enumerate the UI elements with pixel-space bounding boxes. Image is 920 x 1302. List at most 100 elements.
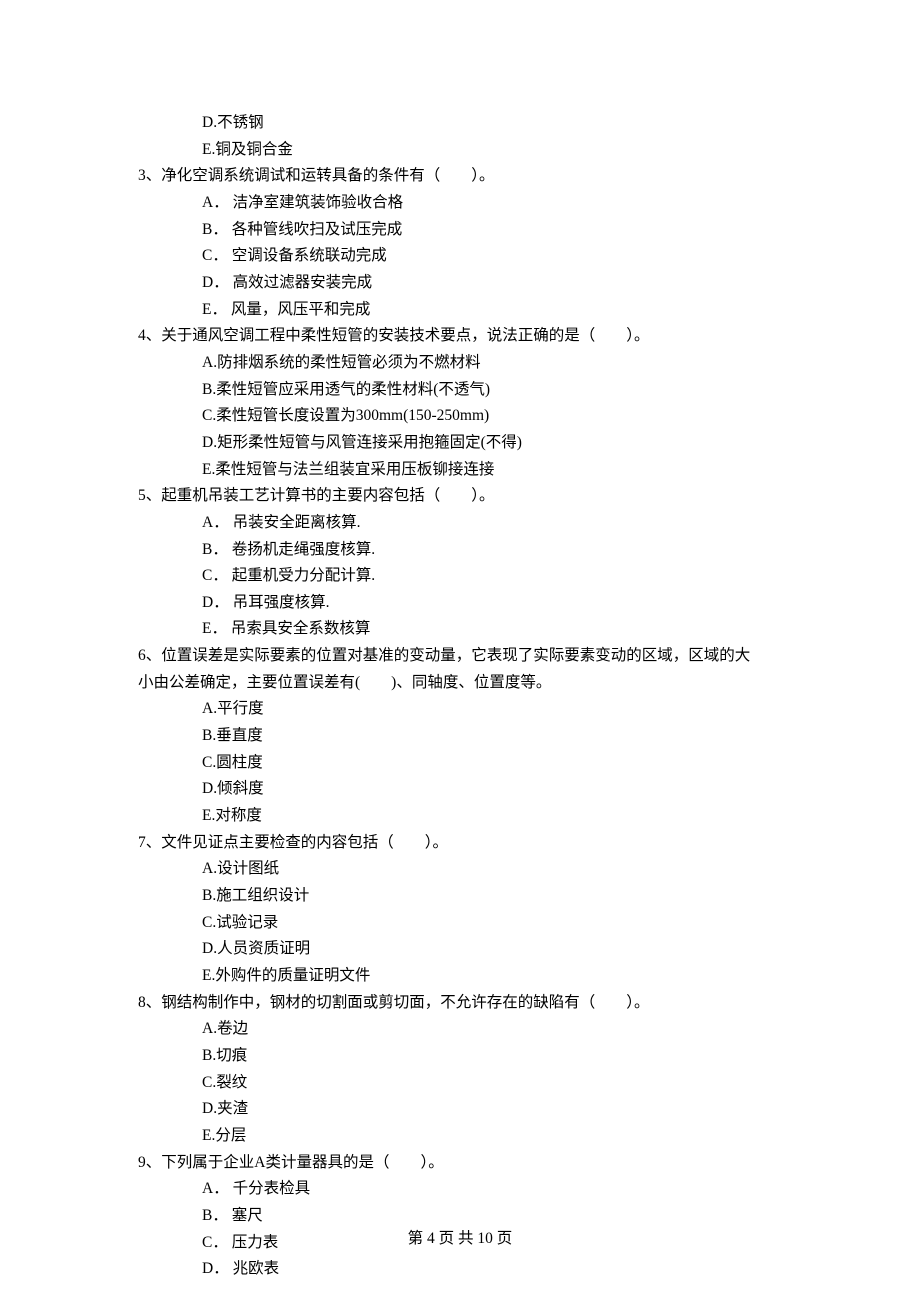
option-text: C.圆柱度 xyxy=(202,754,263,771)
option-b: B.切痕 xyxy=(202,1043,790,1070)
option-text: E.外购件的质量证明文件 xyxy=(202,967,370,984)
option-text: D． 高效过滤器安装完成 xyxy=(202,274,372,291)
option-text: C.试验记录 xyxy=(202,914,278,931)
option-a: A.平行度 xyxy=(202,696,790,723)
page-number: 第 4 页 共 10 页 xyxy=(408,1230,513,1247)
option-text: A． 洁净室建筑装饰验收合格 xyxy=(202,194,403,211)
option-b: B.柔性短管应采用透气的柔性材料(不透气) xyxy=(202,377,790,404)
question-number: 8、 xyxy=(138,994,161,1011)
option-b: B． 各种管线吹扫及试压完成 xyxy=(202,217,790,244)
option-text: D.夹渣 xyxy=(202,1100,248,1117)
option-text: B． 塞尺 xyxy=(202,1207,263,1224)
option-text: E.铜及铜合金 xyxy=(202,141,293,158)
option-e: E.铜及铜合金 xyxy=(202,137,790,164)
option-text: B.柔性短管应采用透气的柔性材料(不透气) xyxy=(202,381,490,398)
option-text: D． 吊耳强度核算. xyxy=(202,594,329,611)
question-stem: 5、起重机吊装工艺计算书的主要内容包括（ ）。 xyxy=(138,483,790,510)
option-text: C.裂纹 xyxy=(202,1074,247,1091)
option-text: D.倾斜度 xyxy=(202,780,264,797)
option-text: D.人员资质证明 xyxy=(202,940,310,957)
orphan-options: D.不锈钢 E.铜及铜合金 xyxy=(138,110,790,163)
stem-text: 关于通风空调工程中柔性短管的安装技术要点，说法正确的是（ ）。 xyxy=(161,327,649,344)
option-text: D.不锈钢 xyxy=(202,114,264,131)
option-text: B． 各种管线吹扫及试压完成 xyxy=(202,221,402,238)
option-e: E． 风量，风压平和完成 xyxy=(202,297,790,324)
stem-text: 下列属于企业A类计量器具的是（ ）。 xyxy=(161,1154,443,1171)
question-stem: 8、钢结构制作中，钢材的切割面或剪切面，不允许存在的缺陷有（ ）。 xyxy=(138,990,790,1017)
option-c: C.试验记录 xyxy=(202,910,790,937)
option-text: B.施工组织设计 xyxy=(202,887,309,904)
options-block: A． 吊装安全距离核算. B． 卷扬机走绳强度核算. C． 起重机受力分配计算. D．… xyxy=(138,510,790,643)
question-number: 7、 xyxy=(138,834,161,851)
option-a: A.卷边 xyxy=(202,1016,790,1043)
question-number: 3、 xyxy=(138,167,161,184)
question-stem: 9、下列属于企业A类计量器具的是（ ）。 xyxy=(138,1150,790,1177)
option-text: D． 兆欧表 xyxy=(202,1260,279,1277)
options-block: A.防排烟系统的柔性短管必须为不燃材料 B.柔性短管应采用透气的柔性材料(不透气)… xyxy=(138,350,790,483)
options-block: A.卷边 B.切痕 C.裂纹 D.夹渣 E.分层 xyxy=(138,1016,790,1149)
question-number: 4、 xyxy=(138,327,161,344)
option-text: E.对称度 xyxy=(202,807,262,824)
option-text: C.柔性短管长度设置为300mm(150-250mm) xyxy=(202,407,489,424)
option-text: A． 吊装安全距离核算. xyxy=(202,514,360,531)
option-text: B.垂直度 xyxy=(202,727,263,744)
option-c: C.柔性短管长度设置为300mm(150-250mm) xyxy=(202,403,790,430)
page-footer: 第 4 页 共 10 页 xyxy=(0,1226,920,1253)
option-d: D.倾斜度 xyxy=(202,776,790,803)
option-text: E． 风量，风压平和完成 xyxy=(202,301,370,318)
option-c: C.裂纹 xyxy=(202,1070,790,1097)
stem-text: 起重机吊装工艺计算书的主要内容包括（ ）。 xyxy=(161,487,494,504)
option-b: B.施工组织设计 xyxy=(202,883,790,910)
option-d: D.人员资质证明 xyxy=(202,936,790,963)
question-number: 5、 xyxy=(138,487,161,504)
option-text: E． 吊索具安全系数核算 xyxy=(202,620,370,637)
option-e: E.对称度 xyxy=(202,803,790,830)
option-b: B.垂直度 xyxy=(202,723,790,750)
options-block: A.平行度 B.垂直度 C.圆柱度 D.倾斜度 E.对称度 xyxy=(138,696,790,829)
question-number: 6、 xyxy=(138,647,161,664)
option-e: E． 吊索具安全系数核算 xyxy=(202,616,790,643)
option-e: E.分层 xyxy=(202,1123,790,1150)
stem-text: 位置误差是实际要素的位置对基准的变动量，它表现了实际要素变动的区域，区域的大 xyxy=(161,647,750,664)
question-stem: 4、关于通风空调工程中柔性短管的安装技术要点，说法正确的是（ ）。 xyxy=(138,323,790,350)
stem-text: 钢结构制作中，钢材的切割面或剪切面，不允许存在的缺陷有（ ）。 xyxy=(161,994,649,1011)
question-stem: 6、位置误差是实际要素的位置对基准的变动量，它表现了实际要素变动的区域，区域的大 xyxy=(138,643,790,670)
option-text: B.切痕 xyxy=(202,1047,247,1064)
option-d: D． 兆欧表 xyxy=(202,1256,790,1283)
option-a: A． 吊装安全距离核算. xyxy=(202,510,790,537)
option-c: C.圆柱度 xyxy=(202,750,790,777)
options-block: A． 洁净室建筑装饰验收合格 B． 各种管线吹扫及试压完成 C． 空调设备系统联动完… xyxy=(138,190,790,323)
option-e: E.外购件的质量证明文件 xyxy=(202,963,790,990)
option-text: A． 千分表检具 xyxy=(202,1180,310,1197)
option-a: A． 洁净室建筑装饰验收合格 xyxy=(202,190,790,217)
option-e: E.柔性短管与法兰组装宜采用压板铆接连接 xyxy=(202,457,790,484)
option-text: D.矩形柔性短管与风管连接采用抱箍固定(不得) xyxy=(202,434,522,451)
option-b: B． 卷扬机走绳强度核算. xyxy=(202,537,790,564)
option-text: B． 卷扬机走绳强度核算. xyxy=(202,541,375,558)
option-a: A.设计图纸 xyxy=(202,856,790,883)
option-c: C． 空调设备系统联动完成 xyxy=(202,243,790,270)
option-a: A.防排烟系统的柔性短管必须为不燃材料 xyxy=(202,350,790,377)
option-c: C． 起重机受力分配计算. xyxy=(202,563,790,590)
question-stem: 7、文件见证点主要检查的内容包括（ ）。 xyxy=(138,830,790,857)
option-text: E.分层 xyxy=(202,1127,246,1144)
option-text: C． 起重机受力分配计算. xyxy=(202,567,375,584)
option-d: D.夹渣 xyxy=(202,1096,790,1123)
option-text: A.设计图纸 xyxy=(202,860,279,877)
option-d: D． 高效过滤器安装完成 xyxy=(202,270,790,297)
stem-text: 净化空调系统调试和运转具备的条件有（ ）。 xyxy=(161,167,494,184)
option-d: D.不锈钢 xyxy=(202,110,790,137)
question-stem: 3、净化空调系统调试和运转具备的条件有（ ）。 xyxy=(138,163,790,190)
option-d: D.矩形柔性短管与风管连接采用抱箍固定(不得) xyxy=(202,430,790,457)
option-text: E.柔性短管与法兰组装宜采用压板铆接连接 xyxy=(202,461,494,478)
options-block: A.设计图纸 B.施工组织设计 C.试验记录 D.人员资质证明 E.外购件的质量证明文件 xyxy=(138,856,790,989)
option-a: A． 千分表检具 xyxy=(202,1176,790,1203)
option-text: A.平行度 xyxy=(202,700,264,717)
option-d: D． 吊耳强度核算. xyxy=(202,590,790,617)
question-stem-cont: 小由公差确定，主要位置误差有( )、同轴度、位置度等。 xyxy=(138,670,790,697)
option-text: A.防排烟系统的柔性短管必须为不燃材料 xyxy=(202,354,481,371)
stem-text: 小由公差确定，主要位置误差有( )、同轴度、位置度等。 xyxy=(138,674,551,691)
question-number: 9、 xyxy=(138,1154,161,1171)
stem-text: 文件见证点主要检查的内容包括（ ）。 xyxy=(161,834,448,851)
option-text: C． 空调设备系统联动完成 xyxy=(202,247,387,264)
